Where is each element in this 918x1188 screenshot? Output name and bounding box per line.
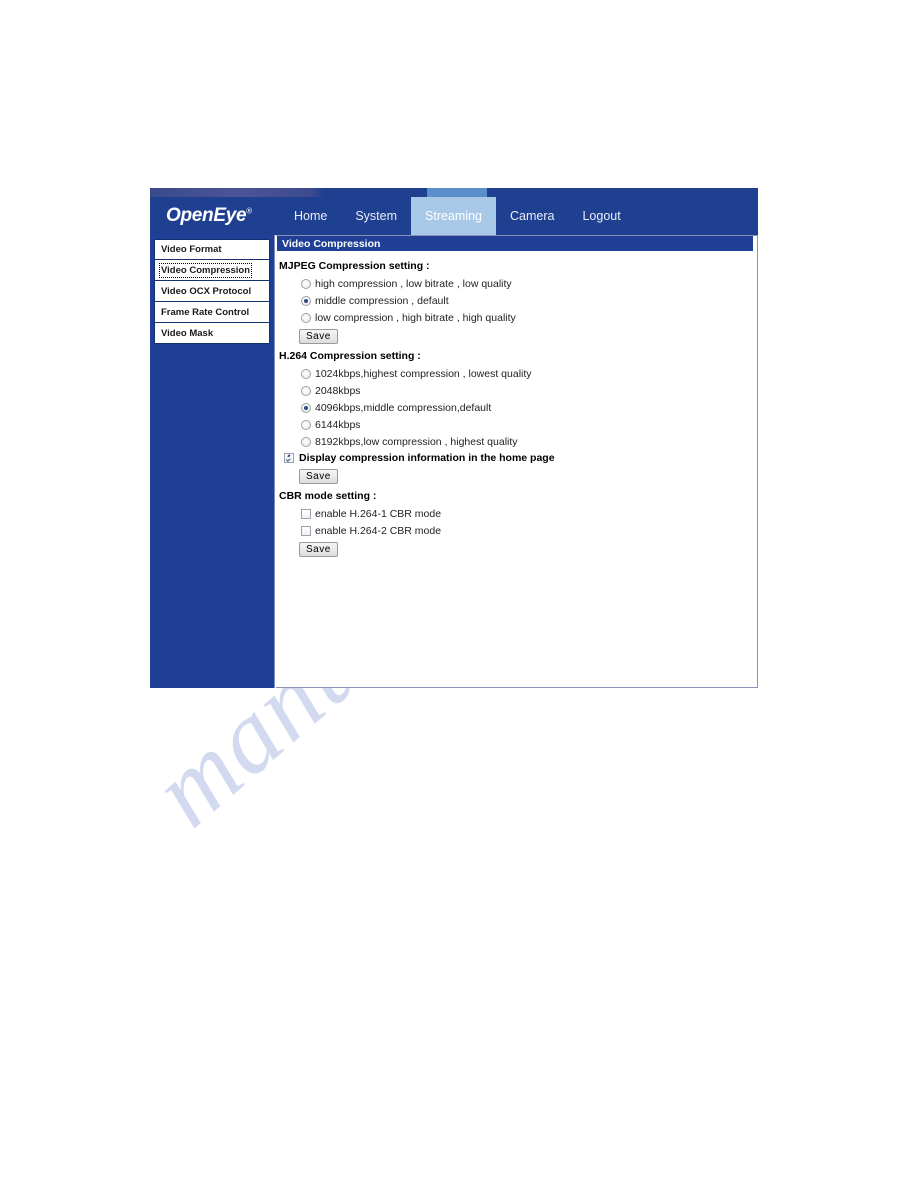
display-info-save-button[interactable]: Save (299, 469, 338, 484)
display-compression-info-label: Display compression information in the h… (299, 452, 555, 464)
radio-icon[interactable] (301, 368, 311, 379)
sidebar-item-label: Video Compression (158, 262, 253, 278)
option-label: 2048kbps (315, 384, 361, 397)
top-accent-strip (150, 188, 758, 197)
option-label: 4096kbps,middle compression,default (315, 401, 492, 414)
option-label: enable H.264-2 CBR mode (315, 524, 442, 537)
nav-item-streaming[interactable]: Streaming (411, 197, 497, 235)
mjpeg-save-button[interactable]: Save (299, 329, 338, 344)
option-label: 6144kbps (315, 418, 361, 431)
sidebar-item-label: Video Mask (161, 327, 214, 339)
radio-icon[interactable] (301, 419, 311, 430)
option-label: enable H.264-1 CBR mode (315, 507, 442, 520)
h264-option-1024kbps[interactable]: 1024kbps,highest compression , lowest qu… (301, 365, 756, 382)
sidebar-item-video-format[interactable]: Video Format (154, 239, 270, 260)
option-label: low compression , high bitrate , high qu… (315, 311, 516, 324)
mjpeg-option-low[interactable]: low compression , high bitrate , high qu… (301, 309, 756, 326)
sidebar-item-label: Frame Rate Control (161, 306, 250, 318)
checkbox-icon[interactable] (284, 453, 294, 463)
logo-text: OpenEye (166, 205, 247, 226)
h264-section-heading: H.264 Compression setting : (279, 350, 421, 362)
option-label: 8192kbps,low compression , highest quali… (315, 435, 518, 448)
radio-icon[interactable] (301, 385, 311, 396)
sidebar-item-video-compression[interactable]: Video Compression (154, 260, 270, 281)
mjpeg-option-middle[interactable]: middle compression , default (301, 292, 756, 309)
mjpeg-option-high[interactable]: high compression , low bitrate , low qua… (301, 275, 756, 292)
option-label: middle compression , default (315, 294, 449, 307)
openeye-logo: OpenEye® (166, 205, 252, 227)
app-header: OpenEye® Home System Streaming Camera Lo… (150, 197, 758, 235)
panel-body: MJPEG Compression setting : high compres… (276, 252, 756, 559)
radio-icon[interactable] (301, 295, 311, 306)
nav-item-system[interactable]: System (341, 197, 411, 235)
sidebar-item-label: Video OCX Protocol (161, 285, 252, 297)
content-panel: Video Compression MJPEG Compression sett… (276, 235, 758, 688)
panel-title-bar: Video Compression (277, 236, 753, 251)
sidebar-item-video-mask[interactable]: Video Mask (154, 323, 270, 344)
nav-item-home[interactable]: Home (280, 197, 341, 235)
h264-option-6144kbps[interactable]: 6144kbps (301, 416, 756, 433)
display-compression-info-row[interactable]: Display compression information in the h… (284, 450, 756, 466)
cbr-save-button[interactable]: Save (299, 542, 338, 557)
nav-item-camera[interactable]: Camera (496, 197, 568, 235)
checkbox-icon[interactable] (301, 508, 311, 519)
h264-option-2048kbps[interactable]: 2048kbps (301, 382, 756, 399)
checkbox-icon[interactable] (301, 525, 311, 536)
sidebar-navigation: Video Format Video Compression Video OCX… (150, 235, 275, 688)
h264-option-4096kbps[interactable]: 4096kbps,middle compression,default (301, 399, 756, 416)
radio-icon[interactable] (301, 312, 311, 323)
sidebar-item-frame-rate-control[interactable]: Frame Rate Control (154, 302, 270, 323)
mjpeg-section-heading: MJPEG Compression setting : (279, 260, 430, 272)
radio-icon[interactable] (301, 402, 311, 413)
registered-trademark-icon: ® (246, 206, 252, 216)
option-label: 1024kbps,highest compression , lowest qu… (315, 367, 532, 380)
cbr-section-heading: CBR mode setting : (279, 490, 377, 502)
top-accent-active-marker (427, 188, 487, 197)
sidebar-item-video-ocx-protocol[interactable]: Video OCX Protocol (154, 281, 270, 302)
h264-option-8192kbps[interactable]: 8192kbps,low compression , highest quali… (301, 433, 756, 450)
main-navigation: Home System Streaming Camera Logout (280, 197, 635, 235)
option-label: high compression , low bitrate , low qua… (315, 277, 512, 290)
sidebar-item-label: Video Format (161, 244, 222, 255)
radio-icon[interactable] (301, 278, 311, 289)
nav-item-logout[interactable]: Logout (568, 197, 634, 235)
cbr-option-h264-2[interactable]: enable H.264-2 CBR mode (301, 522, 756, 539)
radio-icon[interactable] (301, 436, 311, 447)
camera-web-ui: OpenEye® Home System Streaming Camera Lo… (150, 188, 758, 688)
cbr-option-h264-1[interactable]: enable H.264-1 CBR mode (301, 505, 756, 522)
